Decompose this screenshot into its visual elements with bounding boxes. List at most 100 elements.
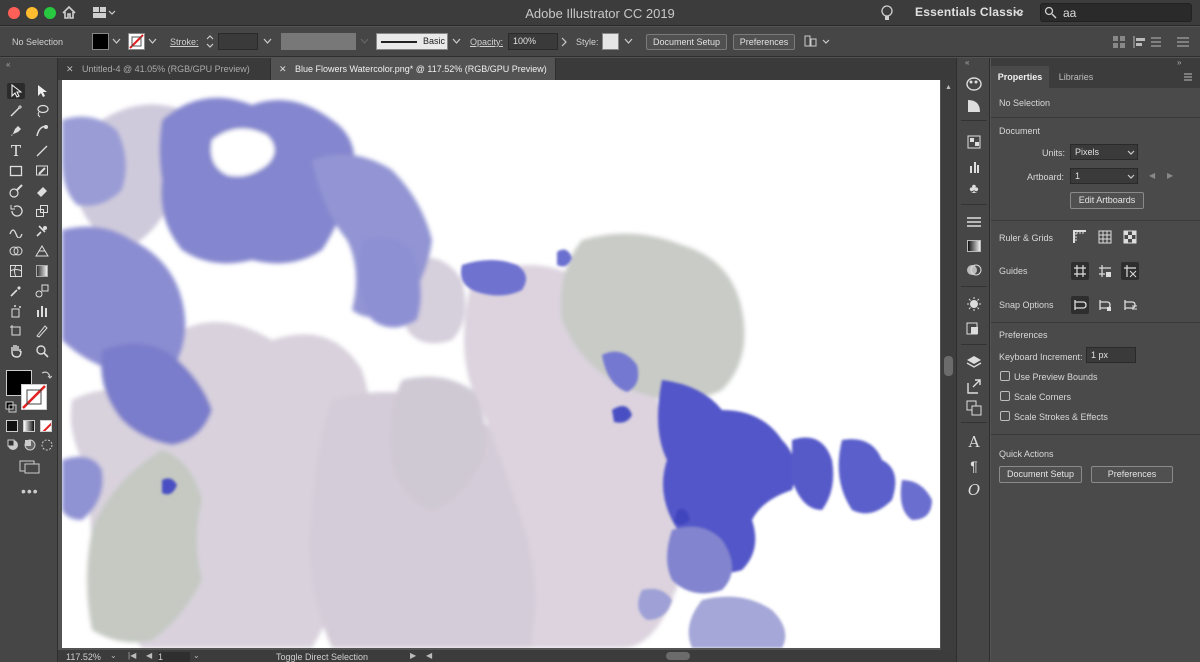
snap-to-grid-icon[interactable]: [1121, 296, 1139, 314]
style-swatch[interactable]: [602, 33, 619, 50]
default-fill-stroke-icon[interactable]: [5, 401, 17, 413]
type-tool[interactable]: T: [7, 142, 25, 160]
draw-normal-icon[interactable]: [6, 438, 20, 452]
curvature-tool[interactable]: [33, 123, 51, 139]
stroke-color-swatch[interactable]: [21, 384, 47, 410]
tab-properties[interactable]: Properties: [991, 66, 1049, 88]
stroke-panel-icon[interactable]: [965, 214, 983, 230]
chevron-down-icon[interactable]: [112, 38, 121, 45]
character-icon[interactable]: A: [965, 433, 983, 451]
zoom-level[interactable]: 117.52%: [66, 652, 101, 662]
scale-strokes-checkbox[interactable]: [1000, 411, 1010, 421]
chevron-down-icon[interactable]: [452, 38, 461, 45]
tab-untitled-4[interactable]: ✕ Untitled-4 @ 41.05% (RGB/GPU Preview): [58, 58, 270, 80]
artboard-select[interactable]: 1: [1070, 168, 1138, 184]
pen-tool[interactable]: [7, 123, 25, 139]
artboard-dropdown-icon[interactable]: ⌄: [193, 651, 200, 660]
column-graph-tool[interactable]: [33, 303, 51, 319]
units-select[interactable]: Pixels: [1070, 144, 1138, 160]
status-text[interactable]: Toggle Direct Selection: [276, 652, 368, 662]
artboard-number-field[interactable]: 1: [158, 652, 190, 662]
status-menu-icon[interactable]: ▶: [410, 651, 416, 660]
scale-tool[interactable]: [33, 203, 51, 219]
scroll-up-icon[interactable]: ▲: [945, 84, 952, 91]
quick-preferences-button[interactable]: Preferences: [1091, 466, 1173, 483]
edit-artboards-button[interactable]: Edit Artboards: [1070, 192, 1144, 209]
first-artboard-icon[interactable]: |◀: [128, 651, 136, 660]
artboards-panel-icon[interactable]: [965, 400, 983, 416]
rotate-tool[interactable]: [7, 203, 25, 219]
snap-to-pixel-icon[interactable]: [1096, 296, 1114, 314]
paintbrush-tool[interactable]: [33, 163, 51, 179]
artboard-canvas[interactable]: [62, 80, 940, 648]
symbols-icon[interactable]: ♣: [965, 180, 983, 196]
brushes-icon[interactable]: [965, 158, 983, 174]
edit-toolbar-icon[interactable]: •••: [21, 483, 39, 499]
mesh-tool[interactable]: [7, 263, 25, 279]
close-tab-icon[interactable]: ✕: [66, 58, 74, 80]
color-mode-button[interactable]: [6, 420, 18, 432]
screen-mode-icon[interactable]: [19, 460, 41, 474]
scrollbar-thumb[interactable]: [944, 356, 953, 376]
gradient-panel-icon[interactable]: [965, 238, 983, 254]
panel-menu-icon[interactable]: [1150, 35, 1162, 49]
scale-corners-checkbox[interactable]: [1000, 391, 1010, 401]
symbol-sprayer-tool[interactable]: [7, 303, 25, 319]
transform-grid-icon[interactable]: [1112, 35, 1126, 49]
workspace-switcher[interactable]: Essentials Classic: [915, 5, 1023, 19]
stroke-weight-field[interactable]: [218, 33, 258, 50]
line-segment-tool[interactable]: [33, 143, 51, 159]
tab-libraries[interactable]: Libraries: [1049, 66, 1103, 88]
layers-icon[interactable]: [965, 354, 983, 370]
opacity-label[interactable]: Opacity:: [470, 37, 503, 47]
align-icon[interactable]: [803, 34, 831, 50]
puppet-warp-tool[interactable]: [33, 223, 51, 239]
snap-to-point-icon[interactable]: [1071, 296, 1089, 314]
paragraph-icon[interactable]: ¶: [965, 458, 983, 474]
graphic-styles-icon[interactable]: [965, 320, 983, 336]
rulers-icon[interactable]: [1071, 228, 1089, 246]
horizontal-scroll-thumb[interactable]: [666, 652, 690, 660]
align-panel-icon[interactable]: [1132, 35, 1148, 49]
gradient-tool[interactable]: [33, 263, 51, 279]
stroke-weight-stepper[interactable]: [205, 34, 215, 49]
opentype-icon[interactable]: O: [965, 481, 983, 499]
vertical-scrollbar[interactable]: ▲: [941, 80, 956, 650]
fill-swatch[interactable]: [92, 33, 109, 50]
gradient-mode-button[interactable]: [23, 420, 35, 432]
swatches-icon[interactable]: [965, 134, 983, 150]
draw-behind-icon[interactable]: [23, 438, 37, 452]
preferences-button[interactable]: Preferences: [733, 34, 795, 50]
zoom-dropdown-icon[interactable]: ⌄: [110, 651, 117, 660]
show-guides-icon[interactable]: [1071, 262, 1089, 280]
blend-tool[interactable]: [33, 283, 51, 299]
scroll-left-icon[interactable]: ◀: [426, 651, 432, 660]
close-tab-icon[interactable]: ✕: [279, 58, 287, 80]
variable-width-profile[interactable]: [281, 33, 356, 50]
keyboard-increment-field[interactable]: 1 px: [1086, 347, 1136, 363]
swap-fill-stroke-icon[interactable]: [40, 369, 52, 381]
asset-export-icon[interactable]: [965, 378, 983, 394]
perspective-grid-tool[interactable]: [33, 243, 51, 259]
tab-blue-flowers[interactable]: ✕ Blue Flowers Watercolor.png* @ 117.52%…: [270, 58, 556, 80]
expand-panels-icon[interactable]: «: [965, 58, 969, 67]
color-guide-icon[interactable]: [965, 98, 983, 114]
direct-selection-tool[interactable]: [33, 83, 51, 99]
shape-builder-tool[interactable]: [7, 243, 25, 259]
panel-menu-icon[interactable]: [1183, 73, 1193, 81]
panel-options-icon[interactable]: [1176, 35, 1190, 49]
quick-document-setup-button[interactable]: Document Setup: [999, 466, 1082, 483]
hand-tool[interactable]: [7, 343, 25, 359]
chevron-down-icon[interactable]: [1014, 9, 1024, 17]
smart-guides-icon[interactable]: [1121, 262, 1139, 280]
lock-guides-icon[interactable]: [1096, 262, 1114, 280]
zoom-tool[interactable]: [33, 343, 51, 359]
collapse-toolbar-icon[interactable]: «: [6, 60, 10, 69]
stroke-label[interactable]: Stroke:: [170, 37, 199, 47]
previous-artboard-icon[interactable]: ◀: [146, 651, 152, 660]
eraser-tool[interactable]: [33, 183, 51, 199]
appearance-icon[interactable]: [965, 296, 983, 312]
transparency-grid-icon[interactable]: [1121, 228, 1139, 246]
previous-artboard-icon[interactable]: ◀: [1149, 171, 1155, 180]
next-artboard-icon[interactable]: ▶: [1167, 171, 1173, 180]
